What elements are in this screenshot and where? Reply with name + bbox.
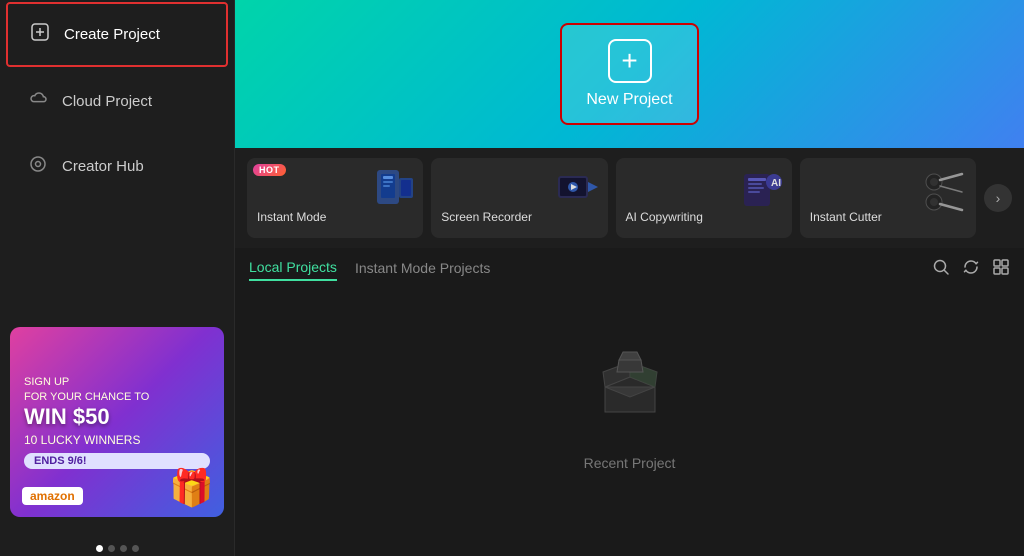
tool-card-instant-mode[interactable]: HOT Instant Mode — [247, 158, 423, 238]
tab-local-projects[interactable]: Local Projects — [249, 259, 337, 281]
tools-next-arrow[interactable]: › — [984, 184, 1012, 212]
banner-gift-icon: 🎁 — [169, 467, 214, 509]
banner-amazon-logo: amazon — [22, 487, 83, 505]
tool-card-instant-cutter[interactable]: Instant Cutter — [800, 158, 976, 238]
banner-lucky: 10 LUCKY WINNERS — [24, 433, 210, 447]
banner-dot-3[interactable] — [120, 545, 127, 552]
banner-for: FOR YOUR CHANCE TO — [24, 390, 210, 405]
banner-dot-4[interactable] — [132, 545, 139, 552]
hot-badge: HOT — [253, 164, 286, 176]
layout-icon[interactable] — [992, 258, 1010, 281]
empty-box-icon — [585, 342, 675, 439]
banner-dot-1[interactable] — [96, 545, 103, 552]
new-project-button[interactable]: + New Project — [560, 23, 698, 125]
promo-banner: SIGN UP FOR YOUR CHANCE TO WIN $50 10 LU… — [10, 327, 224, 517]
new-project-label: New Project — [586, 91, 672, 109]
tool-card-screen-recorder[interactable]: Screen Recorder — [431, 158, 607, 238]
banner-dots — [0, 537, 234, 556]
tabs-actions — [932, 258, 1010, 281]
banner-dot-2[interactable] — [108, 545, 115, 552]
cloud-project-label: Cloud Project — [62, 93, 152, 110]
main-content: + New Project HOT Instant Mode — [235, 0, 1024, 556]
sidebar-item-cloud-project[interactable]: Cloud Project — [6, 71, 228, 132]
creator-hub-icon — [26, 154, 50, 179]
recent-project-label: Recent Project — [584, 455, 676, 471]
cloud-icon — [26, 89, 50, 114]
refresh-icon[interactable] — [962, 258, 980, 281]
banner-signup: SIGN UP — [24, 375, 210, 390]
screen-recorder-label: Screen Recorder — [441, 210, 597, 224]
svg-text:AI: AI — [771, 178, 781, 189]
tools-row: HOT Instant Mode — [235, 148, 1024, 248]
instant-mode-label: Instant Mode — [257, 210, 413, 224]
ai-copywriting-label: AI Copywriting — [626, 210, 782, 224]
banner-win: WIN $50 — [24, 405, 210, 429]
instant-cutter-label: Instant Cutter — [810, 210, 966, 224]
sidebar-item-create-project[interactable]: Create Project — [6, 2, 228, 67]
empty-state: Recent Project — [235, 287, 1024, 556]
creator-hub-label: Creator Hub — [62, 158, 144, 175]
new-project-plus-icon: + — [608, 39, 652, 83]
tab-instant-mode-projects[interactable]: Instant Mode Projects — [355, 260, 490, 280]
hero-section: + New Project — [235, 0, 1024, 148]
sidebar-item-creator-hub[interactable]: Creator Hub — [6, 136, 228, 197]
tabs-row: Local Projects Instant Mode Projects — [235, 248, 1024, 287]
search-icon[interactable] — [932, 258, 950, 281]
create-project-icon — [28, 22, 52, 47]
arrow-icon: › — [996, 190, 1001, 206]
tool-card-ai-copywriting[interactable]: AI AI Copywriting — [616, 158, 792, 238]
create-project-label: Create Project — [64, 26, 160, 43]
sidebar: Create Project Cloud Project Creator Hub… — [0, 0, 235, 556]
